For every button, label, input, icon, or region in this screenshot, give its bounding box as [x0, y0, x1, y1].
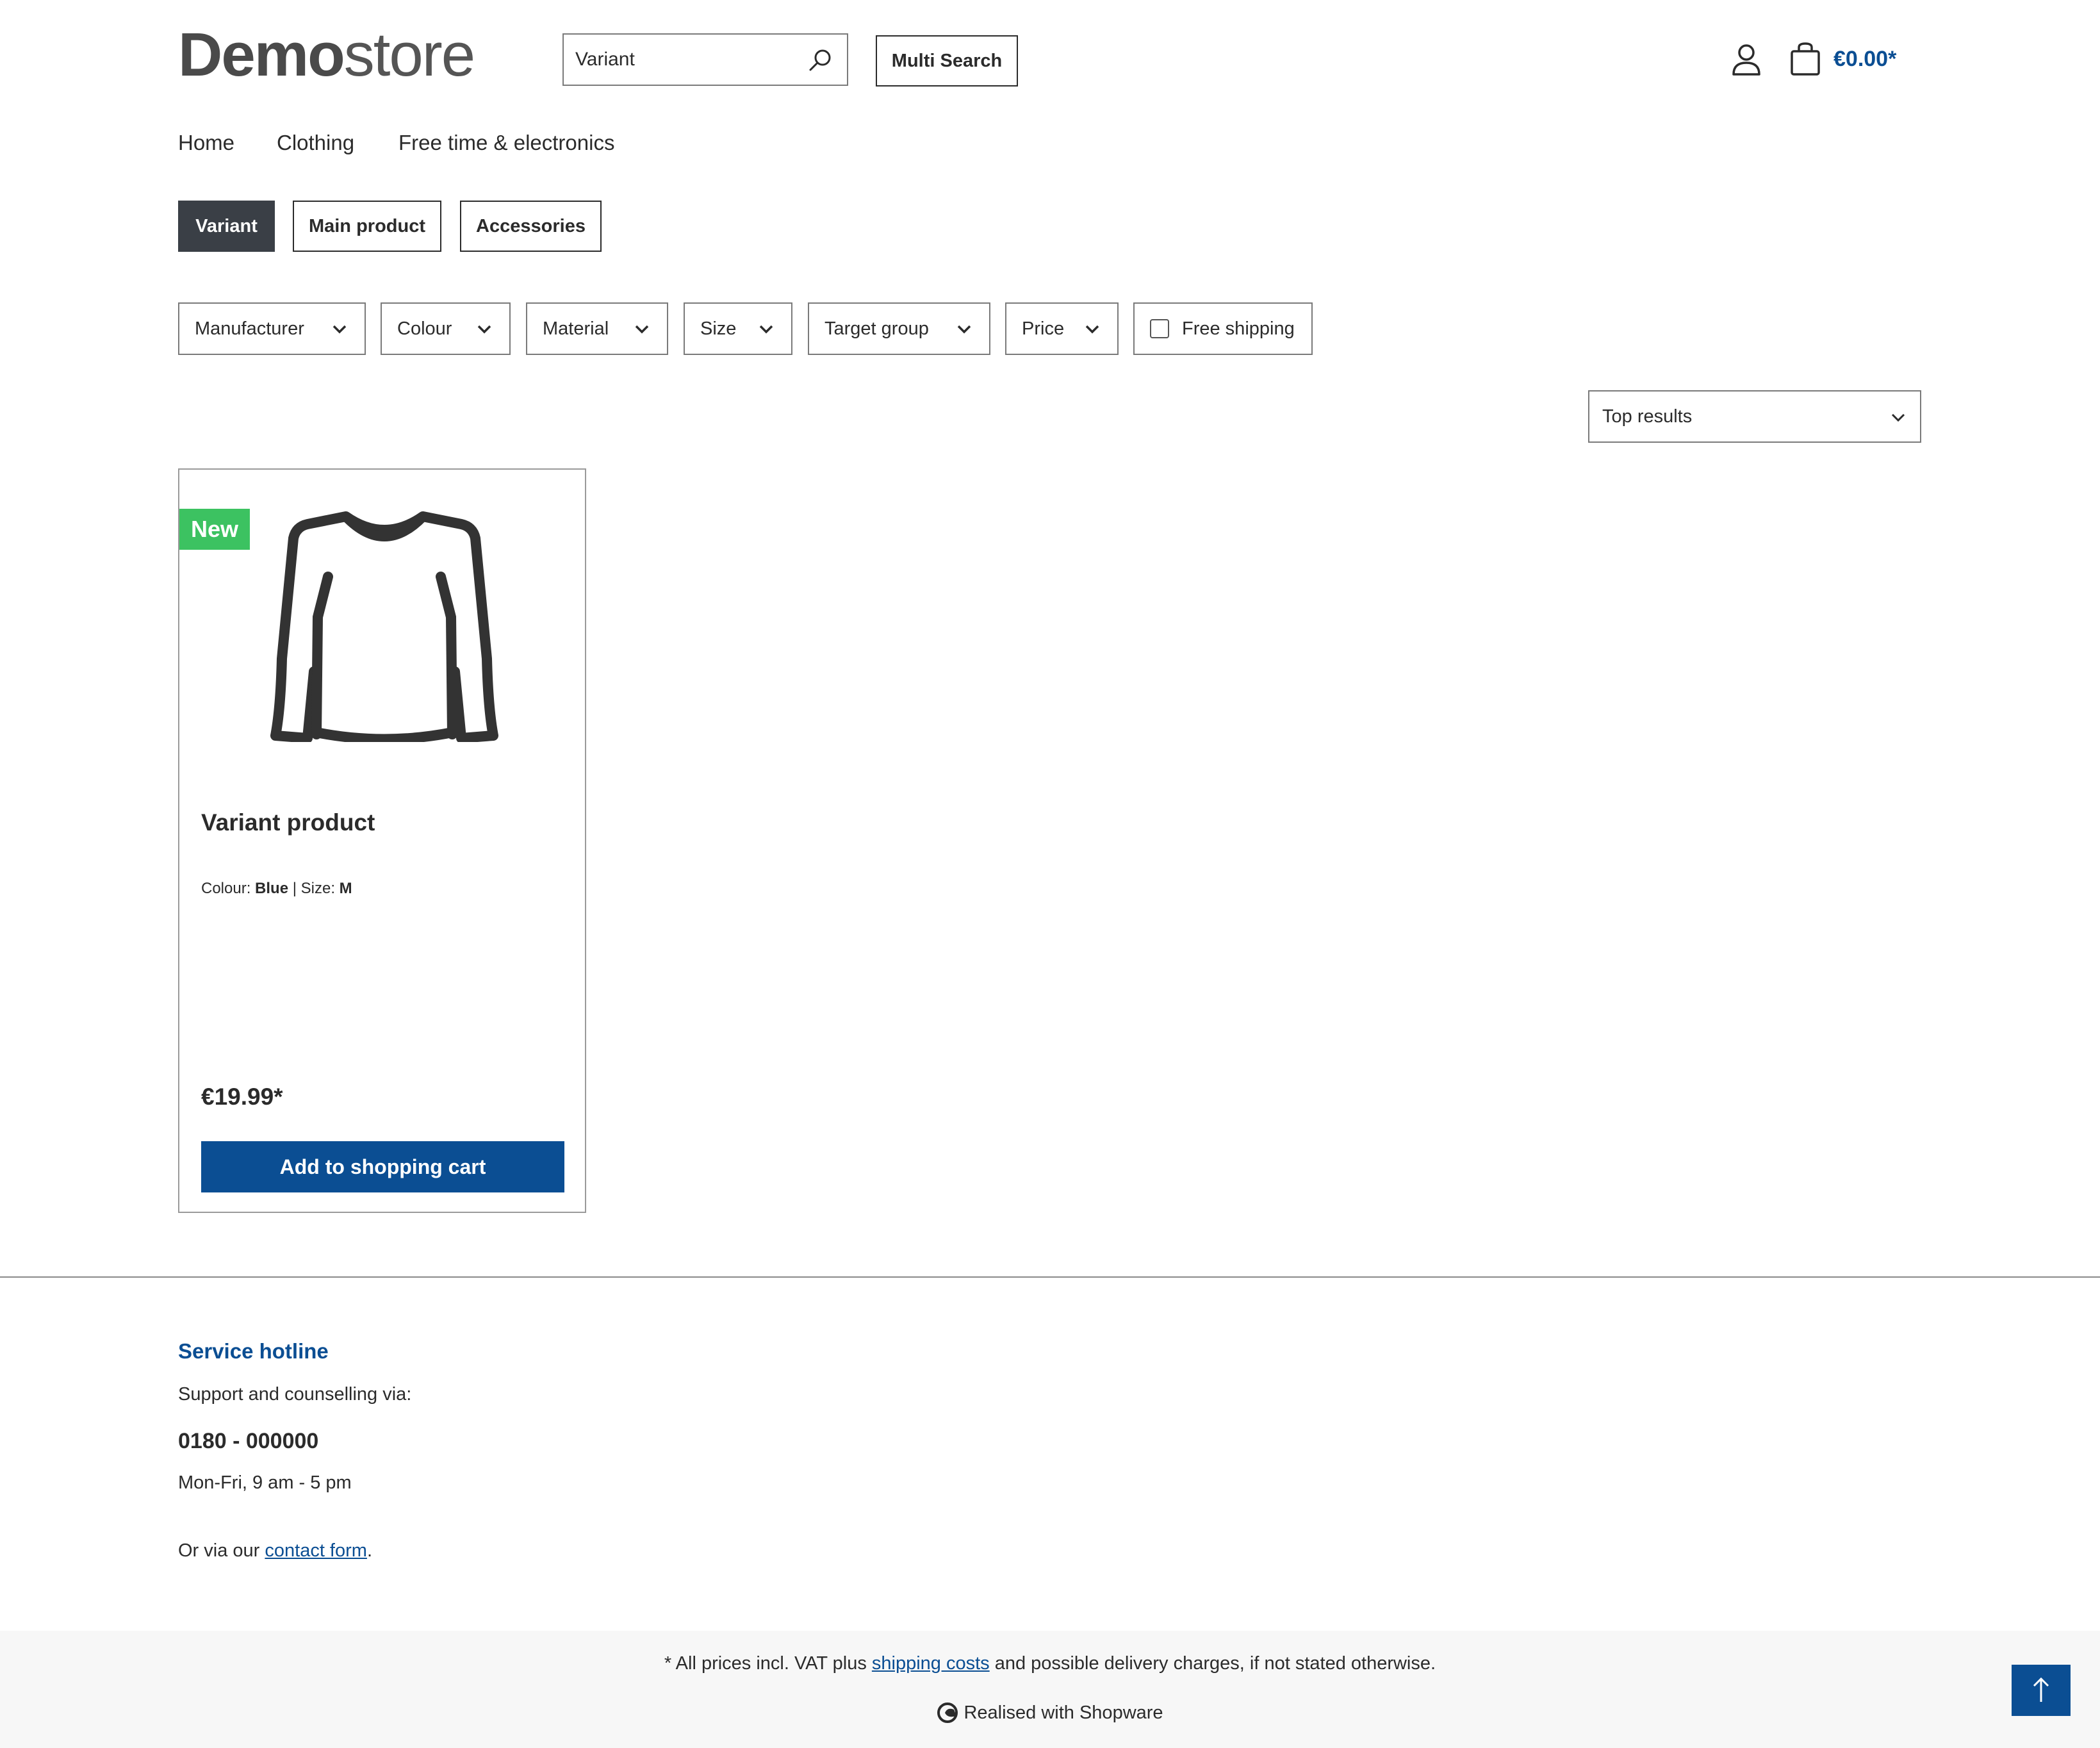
vat-suffix: and possible delivery charges, if not st… [989, 1653, 1436, 1674]
tab-variant[interactable]: Variant [178, 201, 275, 252]
logo-light-text: store [343, 21, 475, 89]
filter-size[interactable]: Size [684, 302, 792, 355]
service-hotline-title: Service hotline [178, 1339, 329, 1363]
long-sleeve-shirt-icon[interactable] [269, 505, 500, 742]
filter-manufacturer[interactable]: Manufacturer [178, 302, 366, 355]
nav-item-clothing[interactable]: Clothing [277, 128, 354, 158]
filter-price[interactable]: Price [1005, 302, 1119, 355]
search-input[interactable] [575, 35, 800, 85]
shopping-bag-icon[interactable] [1789, 41, 1822, 77]
chevron-down-icon [332, 325, 347, 334]
service-contact-text: Or via our contact form. [178, 1540, 372, 1562]
service-hours: Mon-Fri, 9 am - 5 pm [178, 1472, 352, 1493]
free-shipping-checkbox[interactable] [1150, 319, 1169, 338]
shopware-icon [937, 1703, 958, 1723]
nav-item-home[interactable]: Home [178, 128, 234, 158]
cart-total[interactable]: €0.00* [1833, 44, 1896, 74]
chevron-down-icon [1891, 413, 1905, 422]
filter-target-group[interactable]: Target group [808, 302, 990, 355]
variant-colour-value: Blue [255, 880, 289, 897]
chevron-down-icon [635, 325, 649, 334]
variant-separator: | [292, 880, 297, 897]
variant-size-value: M [339, 880, 352, 897]
variant-size-label: Size: [300, 880, 335, 897]
filter-label: Free shipping [1182, 318, 1295, 339]
contact-prefix: Or via our [178, 1540, 265, 1561]
store-logo[interactable]: Demo store [178, 21, 475, 89]
new-badge: New [179, 509, 250, 550]
service-hotline-text: Support and counselling via: [178, 1384, 412, 1405]
nav-item-free-time-electronics[interactable]: Free time & electronics [398, 128, 614, 158]
chevron-down-icon [1085, 325, 1099, 334]
shipping-costs-link[interactable]: shipping costs [872, 1653, 990, 1674]
footer-bottom-bar [0, 1631, 2100, 1748]
filter-label: Target group [824, 318, 929, 339]
service-phone-number[interactable]: 0180 - 000000 [178, 1429, 318, 1454]
footer-divider [0, 1276, 2100, 1278]
filter-label: Price [1022, 318, 1065, 339]
chevron-down-icon [957, 325, 971, 334]
vat-prefix: * All prices incl. VAT plus [664, 1653, 872, 1674]
product-name[interactable]: Variant product [201, 809, 375, 836]
product-card: New Variant product Colour: Blue | Size:… [178, 468, 586, 1213]
logo-bold-text: Demo [178, 21, 345, 89]
contact-form-link[interactable]: contact form [265, 1540, 367, 1561]
filter-label: Manufacturer [195, 318, 304, 339]
contact-suffix: . [366, 1540, 372, 1561]
multi-search-button[interactable]: Multi Search [876, 35, 1018, 87]
realised-text: Realised with Shopware [964, 1702, 1163, 1723]
sorting-select[interactable]: Top results [1588, 390, 1921, 443]
search-icon[interactable] [807, 47, 833, 73]
filter-material[interactable]: Material [526, 302, 668, 355]
search-field [562, 33, 848, 86]
add-to-cart-button[interactable]: Add to shopping cart [201, 1141, 564, 1192]
arrow-up-icon [2033, 1677, 2049, 1702]
chevron-down-icon [477, 325, 491, 334]
product-variant-info: Colour: Blue | Size: M [201, 880, 352, 898]
scroll-to-top-button[interactable] [2012, 1665, 2071, 1716]
variant-colour-label: Colour: [201, 880, 251, 897]
filter-label: Material [543, 318, 609, 339]
filter-label: Size [700, 318, 737, 339]
account-icon[interactable] [1730, 42, 1763, 77]
tab-main-product[interactable]: Main product [293, 201, 441, 252]
realised-with-shopware[interactable]: Realised with Shopware [0, 1702, 2100, 1724]
filter-colour[interactable]: Colour [381, 302, 511, 355]
sorting-selected-value: Top results [1602, 406, 1693, 427]
vat-notice: * All prices incl. VAT plus shipping cos… [0, 1653, 2100, 1674]
filter-label: Colour [397, 318, 452, 339]
product-price: €19.99* [201, 1084, 283, 1110]
tab-accessories[interactable]: Accessories [460, 201, 602, 252]
filter-free-shipping[interactable]: Free shipping [1133, 302, 1313, 355]
chevron-down-icon [759, 325, 773, 334]
